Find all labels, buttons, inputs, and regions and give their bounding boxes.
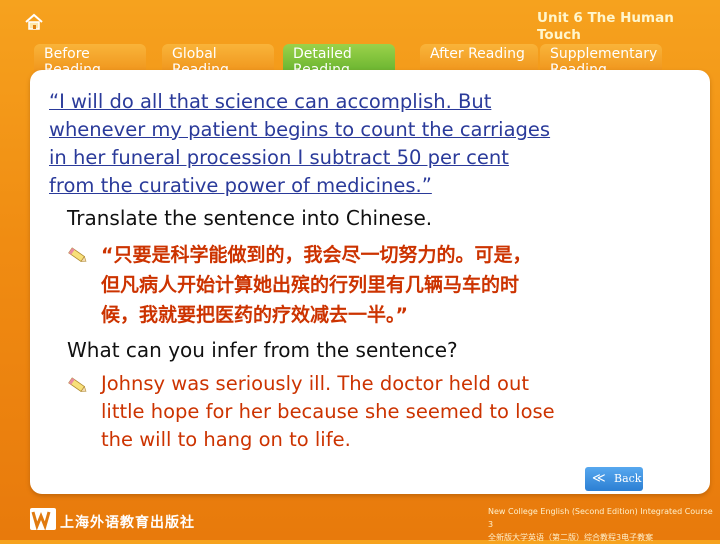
publisher-logo-icon — [30, 508, 56, 531]
back-button[interactable]: ≪ Back — [585, 467, 643, 491]
course-title-chinese: 全新版大学英语（第二版）综合教程3电子教案 — [488, 533, 654, 542]
answer-inference: Johnsy was seriously ill. The doctor hel… — [101, 372, 555, 451]
publisher-name: 上海外语教育出版社 — [60, 515, 195, 531]
quote-link[interactable]: “I will do all that science can accompli… — [49, 88, 699, 200]
question-translate: Translate the sentence into Chinese. — [67, 206, 433, 230]
pencil-icon — [66, 375, 88, 395]
answer-chinese-translation: “只要是科学能做到的，我会尽一切努力的。可是， 但凡病人开始计算她出殡的行列里有… — [101, 244, 532, 326]
unit-title: Unit 6 The Human Touch — [537, 10, 674, 43]
question-infer: What can you infer from the sentence? — [67, 338, 458, 362]
course-info: New College English (Second Edition) Int… — [488, 505, 716, 544]
back-button-label: Back — [614, 472, 642, 485]
double-chevron-left-icon: ≪ — [592, 471, 606, 486]
course-title-english: New College English (Second Edition) Int… — [488, 507, 713, 529]
pencil-icon — [66, 245, 88, 265]
home-icon[interactable] — [24, 12, 44, 32]
